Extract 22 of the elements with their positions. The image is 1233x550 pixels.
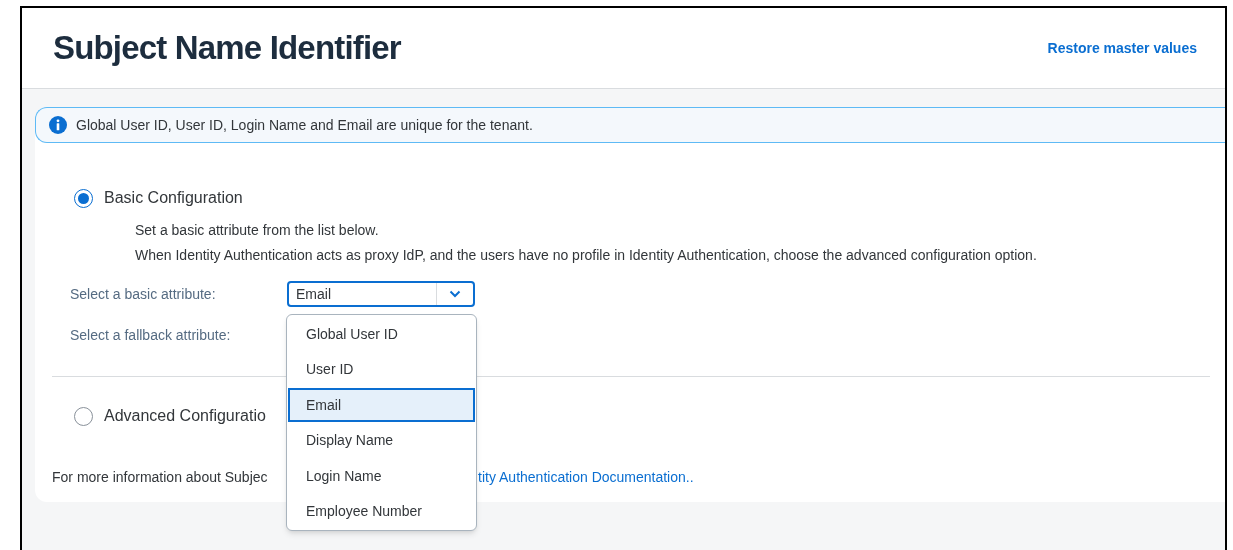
info-icon	[49, 116, 67, 134]
page-title: Subject Name Identifier	[53, 28, 401, 69]
dropdown-item[interactable]: Employee Number	[288, 494, 475, 529]
field-label: Select a fallback attribute:	[70, 325, 231, 345]
chevron-down-icon	[449, 290, 461, 298]
footer-text: For more information about Subjec	[52, 469, 268, 485]
description-text: Set a basic attribute from the list below.	[135, 221, 379, 240]
dropdown-item[interactable]: Login Name	[288, 459, 475, 494]
radio-button[interactable]	[74, 188, 93, 208]
dropdown-item[interactable]: Display Name	[288, 423, 475, 458]
field-label: Select a basic attribute:	[70, 284, 216, 304]
info-message: Global User ID, User ID, Login Name and Email are unique for the tenant.	[76, 115, 533, 135]
radio-label: Advanced Configuratio	[104, 406, 266, 426]
radio-button[interactable]	[74, 406, 93, 426]
description-text: When Identity Authentication acts as proxy IdP, and the users have no profile in Identity Authentication, choose the advanced configuration option.	[135, 246, 1037, 265]
dropdown-item[interactable]: Global User ID	[288, 317, 475, 351]
restore-master-values-link[interactable]: Restore master values	[1047, 37, 1197, 59]
select-field[interactable]: Email	[287, 281, 475, 307]
documentation-link[interactable]: tity Authentication Documentation..	[478, 466, 694, 488]
radio-label: Basic Configuration	[104, 188, 243, 208]
dropdown-item[interactable]: User ID	[288, 352, 475, 387]
dropdown-item[interactable]: Email	[288, 388, 475, 423]
